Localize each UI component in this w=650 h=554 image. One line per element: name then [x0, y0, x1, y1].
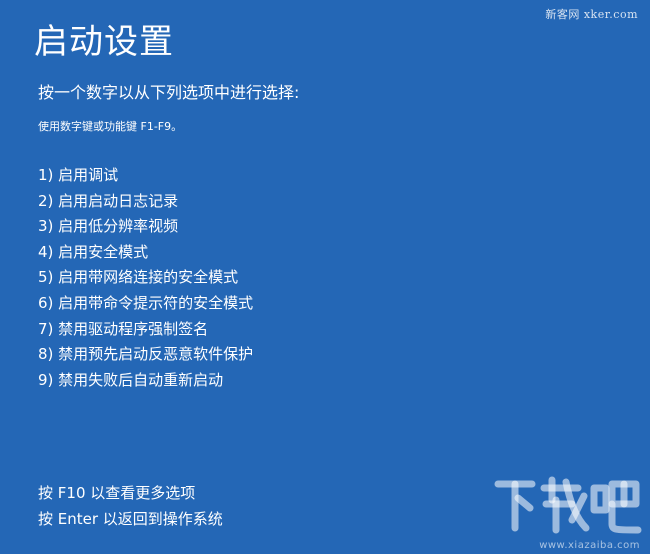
return-to-os-instruction[interactable]: 按 Enter 以返回到操作系统: [38, 506, 223, 532]
option-disable-driver-signature-enforcement[interactable]: 7) 禁用驱动程序强制签名: [38, 317, 253, 343]
option-enable-safe-mode-command-prompt[interactable]: 6) 启用带命令提示符的安全模式: [38, 291, 253, 317]
watermark-top: 新客网 xker.com: [545, 8, 638, 21]
selection-prompt: 按一个数字以从下列选项中进行选择:: [38, 83, 300, 102]
startup-options-list: 1) 启用调试 2) 启用启动日志记录 3) 启用低分辨率视频 4) 启用安全模…: [38, 163, 253, 393]
watermark-bottom: www.xiazaiba.com: [539, 540, 640, 551]
page-title: 启动设置: [34, 22, 174, 62]
watermark-logo-icon: [494, 476, 642, 534]
option-enable-debugging[interactable]: 1) 启用调试: [38, 163, 253, 189]
option-enable-low-resolution-video[interactable]: 3) 启用低分辨率视频: [38, 214, 253, 240]
option-enable-safe-mode[interactable]: 4) 启用安全模式: [38, 240, 253, 266]
option-enable-boot-logging[interactable]: 2) 启用启动日志记录: [38, 189, 253, 215]
footer-instructions: 按 F10 以查看更多选项 按 Enter 以返回到操作系统: [38, 480, 223, 532]
key-hint: 使用数字键或功能键 F1-F9。: [38, 120, 183, 133]
option-disable-early-launch-antimalware[interactable]: 8) 禁用预先启动反恶意软件保护: [38, 342, 253, 368]
option-disable-auto-restart-on-failure[interactable]: 9) 禁用失败后自动重新启动: [38, 368, 253, 394]
more-options-instruction[interactable]: 按 F10 以查看更多选项: [38, 480, 223, 506]
option-enable-safe-mode-networking[interactable]: 5) 启用带网络连接的安全模式: [38, 265, 253, 291]
